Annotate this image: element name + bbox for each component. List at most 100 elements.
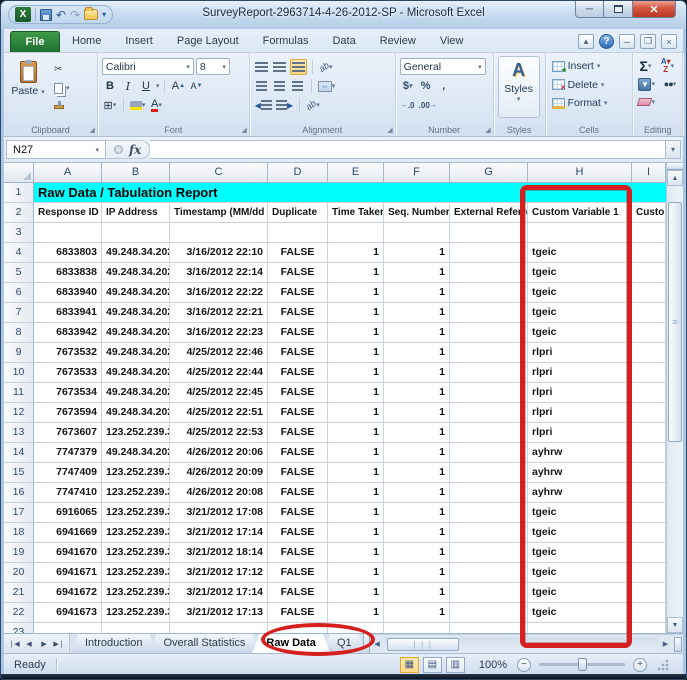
cell-custom-variable-1[interactable]: ayhrw bbox=[528, 483, 632, 503]
cell-seq-number[interactable]: 1 bbox=[384, 463, 450, 483]
zoom-in-icon[interactable]: + bbox=[633, 658, 647, 672]
cell-seq-number[interactable]: 1 bbox=[384, 523, 450, 543]
header-duplicate[interactable]: Duplicate bbox=[268, 203, 328, 223]
zoom-slider-thumb[interactable] bbox=[578, 658, 587, 671]
row-header[interactable]: 20 bbox=[4, 563, 34, 583]
cell-ip-address[interactable]: 123.252.239.3 bbox=[102, 563, 170, 583]
ribbon-tab[interactable]: Data bbox=[320, 31, 367, 52]
cell-duplicate[interactable]: FALSE bbox=[268, 243, 328, 263]
cell-external-referrer[interactable] bbox=[450, 543, 528, 563]
cell-custom-variable-2[interactable] bbox=[632, 463, 666, 483]
percent-format-button[interactable]: % bbox=[418, 78, 434, 94]
cell-ip-address[interactable] bbox=[102, 623, 170, 633]
row-header[interactable]: 18 bbox=[4, 523, 34, 543]
cell-external-referrer[interactable] bbox=[450, 583, 528, 603]
cell-timestamp[interactable]: 4/26/2012 20:09 bbox=[170, 463, 268, 483]
cell-external-referrer[interactable] bbox=[450, 403, 528, 423]
cell-external-referrer[interactable] bbox=[450, 343, 528, 363]
cell-seq-number[interactable]: 1 bbox=[384, 383, 450, 403]
merge-center-icon[interactable]: ↔ ▾ bbox=[317, 78, 337, 94]
cell-time-taken[interactable]: 1 bbox=[328, 443, 384, 463]
increase-decimal-button[interactable]: ←.0 bbox=[400, 97, 416, 113]
italic-button[interactable]: I bbox=[120, 78, 136, 94]
cell-ip-address[interactable]: 49.248.34.202 bbox=[102, 383, 170, 403]
sheet-tab[interactable]: Q1 bbox=[323, 634, 366, 653]
cell-timestamp[interactable]: 3/16/2012 22:23 bbox=[170, 323, 268, 343]
cell-ip-address[interactable]: 123.252.239.3 bbox=[102, 603, 170, 623]
cell-timestamp[interactable]: 4/25/2012 22:46 bbox=[170, 343, 268, 363]
cell-timestamp[interactable]: 4/25/2012 22:44 bbox=[170, 363, 268, 383]
cell-external-referrer[interactable] bbox=[450, 503, 528, 523]
middle-align-icon[interactable] bbox=[272, 59, 288, 75]
cell-ip-address[interactable]: 123.252.239.3 bbox=[102, 503, 170, 523]
header-custom-variable-2[interactable]: Custom V bbox=[632, 203, 666, 223]
cell-response-id[interactable]: 6833803 bbox=[34, 243, 102, 263]
cell-ip-address[interactable]: 49.248.34.202 bbox=[102, 363, 170, 383]
cell-external-referrer[interactable] bbox=[450, 463, 528, 483]
cell-duplicate[interactable]: FALSE bbox=[268, 323, 328, 343]
row-header[interactable]: 6 bbox=[4, 283, 34, 303]
cell-ip-address[interactable]: 49.248.34.202 bbox=[102, 403, 170, 423]
cell-response-id[interactable]: 6941670 bbox=[34, 543, 102, 563]
cell-time-taken[interactable]: 1 bbox=[328, 483, 384, 503]
cell-external-referrer[interactable] bbox=[450, 303, 528, 323]
cell-response-id[interactable]: 7673607 bbox=[34, 423, 102, 443]
cell-time-taken[interactable] bbox=[328, 623, 384, 633]
sheet-tab[interactable]: Overall Statistics bbox=[149, 634, 259, 653]
cell-seq-number[interactable]: 1 bbox=[384, 363, 450, 383]
cell-duplicate[interactable]: FALSE bbox=[268, 483, 328, 503]
cell-duplicate[interactable]: FALSE bbox=[268, 463, 328, 483]
row-header[interactable]: 8 bbox=[4, 323, 34, 343]
cell-ip-address[interactable]: 49.248.34.202 bbox=[102, 323, 170, 343]
last-sheet-icon[interactable]: ▶❘ bbox=[52, 637, 66, 651]
cell-custom-variable-2[interactable] bbox=[632, 483, 666, 503]
cell-ip-address[interactable]: 123.252.239.3 bbox=[102, 523, 170, 543]
next-sheet-icon[interactable]: ▶ bbox=[37, 637, 51, 651]
cell-seq-number[interactable]: 1 bbox=[384, 483, 450, 503]
cell-response-id[interactable]: 7673532 bbox=[34, 343, 102, 363]
cell-ip-address[interactable]: 49.248.34.202 bbox=[102, 243, 170, 263]
cell-time-taken[interactable]: 1 bbox=[328, 523, 384, 543]
cell-timestamp[interactable]: 3/16/2012 22:14 bbox=[170, 263, 268, 283]
cell-ip-address[interactable] bbox=[102, 223, 170, 243]
cell-response-id[interactable]: 6941669 bbox=[34, 523, 102, 543]
zoom-out-icon[interactable]: − bbox=[517, 658, 531, 672]
cell-custom-variable-2[interactable] bbox=[632, 263, 666, 283]
cell-timestamp[interactable]: 3/16/2012 22:21 bbox=[170, 303, 268, 323]
orientation-icon[interactable]: ab▾ bbox=[318, 59, 334, 75]
number-format-combo[interactable]: General▾ bbox=[400, 58, 486, 75]
cell-response-id[interactable]: 6833838 bbox=[34, 263, 102, 283]
scroll-left-icon[interactable]: ◀ bbox=[370, 637, 385, 652]
cell-custom-variable-1[interactable]: tgeic bbox=[528, 543, 632, 563]
cell-external-referrer[interactable] bbox=[450, 223, 528, 243]
cell-duplicate[interactable]: FALSE bbox=[268, 383, 328, 403]
column-header[interactable]: B bbox=[102, 163, 170, 183]
sheet-tab[interactable]: Introduction bbox=[71, 634, 156, 653]
row-header[interactable]: 17 bbox=[4, 503, 34, 523]
cell-seq-number[interactable]: 1 bbox=[384, 603, 450, 623]
horizontal-split-handle[interactable] bbox=[674, 637, 682, 652]
cell-response-id[interactable]: 6833940 bbox=[34, 283, 102, 303]
row-header[interactable]: 21 bbox=[4, 583, 34, 603]
cell-custom-variable-1[interactable]: tgeic bbox=[528, 283, 632, 303]
cell-response-id[interactable]: 6833942 bbox=[34, 323, 102, 343]
horizontal-scroll-track[interactable]: ❘❘❘ bbox=[385, 637, 658, 652]
ribbon-tab[interactable]: View bbox=[428, 31, 476, 52]
report-title-cell[interactable]: Raw Data / Tabulation Report bbox=[34, 183, 666, 203]
cell-custom-variable-2[interactable] bbox=[632, 223, 666, 243]
cell-ip-address[interactable]: 123.252.239.3 bbox=[102, 583, 170, 603]
cell-response-id[interactable]: 6941671 bbox=[34, 563, 102, 583]
comma-format-button[interactable]: , bbox=[436, 78, 452, 94]
name-box[interactable]: N27 ▾ bbox=[6, 140, 106, 159]
cell-time-taken[interactable]: 1 bbox=[328, 423, 384, 443]
cell-response-id[interactable]: 7673594 bbox=[34, 403, 102, 423]
first-sheet-icon[interactable]: ❘◀ bbox=[7, 637, 21, 651]
ribbon-collapse-icon[interactable]: ▴ bbox=[578, 34, 594, 49]
ribbon-tab[interactable]: Insert bbox=[113, 31, 165, 52]
maximize-button[interactable] bbox=[604, 1, 632, 18]
cell-seq-number[interactable]: 1 bbox=[384, 423, 450, 443]
column-header[interactable]: C bbox=[170, 163, 268, 183]
cell-seq-number[interactable]: 1 bbox=[384, 283, 450, 303]
grow-font-button[interactable]: A▲ bbox=[170, 78, 186, 94]
cell-custom-variable-1[interactable] bbox=[528, 623, 632, 633]
